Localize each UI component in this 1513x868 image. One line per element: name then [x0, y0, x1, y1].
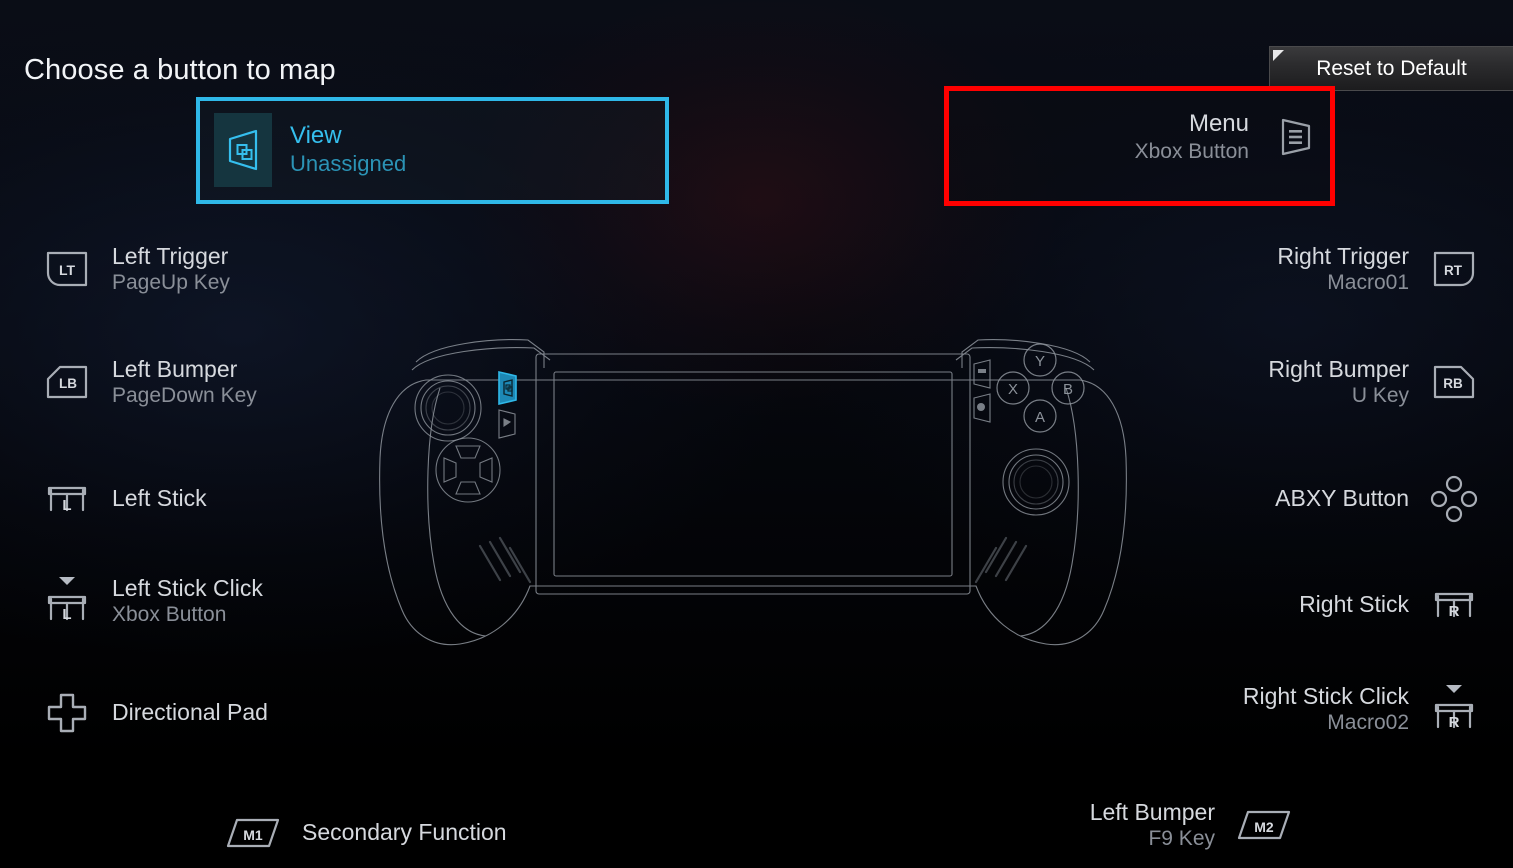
mapping-item-abxy[interactable]: ABXY Button [1275, 472, 1481, 526]
handheld-device-illustration: Y X B A [368, 318, 1138, 668]
row-title: Left Stick Click [112, 574, 263, 601]
page-title: Choose a button to map [24, 54, 336, 86]
device-button-y: Y [1035, 353, 1045, 370]
lb-bumper-icon: LB [40, 355, 94, 409]
row-subtitle: PageUp Key [112, 270, 230, 294]
mapping-item-left-bumper[interactable]: LB Left Bumper PageDown Key [40, 355, 257, 409]
mapping-item-view[interactable]: View Unassigned [214, 113, 406, 187]
mapping-item-right-trigger[interactable]: RT Right Trigger Macro01 [1277, 242, 1481, 296]
view-title: View [290, 122, 342, 150]
lt-trigger-icon: LT [40, 242, 94, 296]
row-subtitle: F9 Key [1148, 826, 1215, 850]
row-title: Left Bumper [1089, 798, 1215, 825]
lt-icon-label: LT [59, 262, 76, 278]
mapping-item-directional-pad[interactable]: Directional Pad [40, 686, 268, 740]
left-stick-click-icon: L [40, 570, 94, 632]
reset-to-default-label: Reset to Default [1316, 56, 1467, 80]
device-button-a: A [1035, 409, 1045, 426]
mapping-item-secondary-function[interactable]: M1 Secondary Function [222, 806, 507, 860]
mapping-item-menu[interactable]: Menu Xbox Button [1135, 110, 1323, 164]
row-title: Right Stick [1299, 591, 1409, 618]
rt-trigger-icon: RT [1427, 242, 1481, 296]
device-button-b: B [1063, 381, 1073, 398]
dpad-icon [40, 686, 94, 740]
menu-subtitle: Xbox Button [1134, 139, 1249, 163]
menu-button-icon [1269, 110, 1323, 164]
m2-icon-label: M2 [1254, 819, 1274, 835]
left-stick-click-icon-label: L [62, 606, 71, 623]
right-stick-icon-label: R [1449, 603, 1460, 620]
row-title: Left Trigger [112, 242, 229, 269]
remap-screen: Choose a button to map Reset to Default … [0, 0, 1513, 868]
row-title: Directional Pad [112, 699, 268, 726]
menu-title: Menu [1188, 110, 1249, 137]
row-title: Right Trigger [1277, 242, 1409, 269]
m1-macro-icon: M1 [222, 806, 284, 860]
reset-to-default-button[interactable]: Reset to Default [1269, 46, 1513, 91]
mapping-item-right-stick[interactable]: R Right Stick [1299, 578, 1481, 632]
row-subtitle: Macro02 [1327, 710, 1409, 734]
row-subtitle: PageDown Key [112, 383, 257, 407]
abxy-icon [1427, 472, 1481, 526]
left-stick-icon: L [40, 472, 94, 526]
device-button-x: X [1008, 381, 1018, 398]
row-title: Left Stick [112, 485, 207, 512]
row-title: Right Bumper [1268, 355, 1409, 382]
right-stick-click-icon: R [1427, 678, 1481, 740]
mapping-item-left-stick[interactable]: L Left Stick [40, 472, 207, 526]
row-title: Right Stick Click [1242, 682, 1409, 709]
focus-corner-icon [1273, 50, 1284, 61]
mapping-item-left-trigger[interactable]: LT Left Trigger PageUp Key [40, 242, 230, 296]
view-button-icon [214, 113, 272, 187]
rb-bumper-icon: RB [1427, 355, 1481, 409]
mapping-item-macro-m2[interactable]: M2 Left Bumper F9 Key [1090, 798, 1295, 852]
m2-macro-icon: M2 [1233, 798, 1295, 852]
row-subtitle: U Key [1351, 383, 1409, 407]
right-stick-click-icon-label: R [1449, 714, 1460, 731]
lb-icon-label: LB [59, 376, 77, 391]
mapping-item-left-stick-click[interactable]: L Left Stick Click Xbox Button [40, 570, 263, 632]
m1-icon-label: M1 [243, 827, 263, 843]
mapping-item-right-stick-click[interactable]: R Right Stick Click Macro02 [1243, 678, 1481, 740]
rt-icon-label: RT [1444, 263, 1463, 278]
row-title: Left Bumper [112, 355, 238, 382]
left-stick-icon-label: L [62, 497, 71, 514]
row-subtitle: Macro01 [1327, 270, 1409, 294]
row-title: Secondary Function [302, 819, 507, 846]
row-subtitle: Xbox Button [112, 602, 227, 626]
mapping-item-right-bumper[interactable]: RB Right Bumper U Key [1268, 355, 1481, 409]
row-title: ABXY Button [1275, 485, 1409, 512]
right-stick-icon: R [1427, 578, 1481, 632]
rb-icon-label: RB [1443, 376, 1463, 391]
view-subtitle: Unassigned [290, 150, 407, 176]
